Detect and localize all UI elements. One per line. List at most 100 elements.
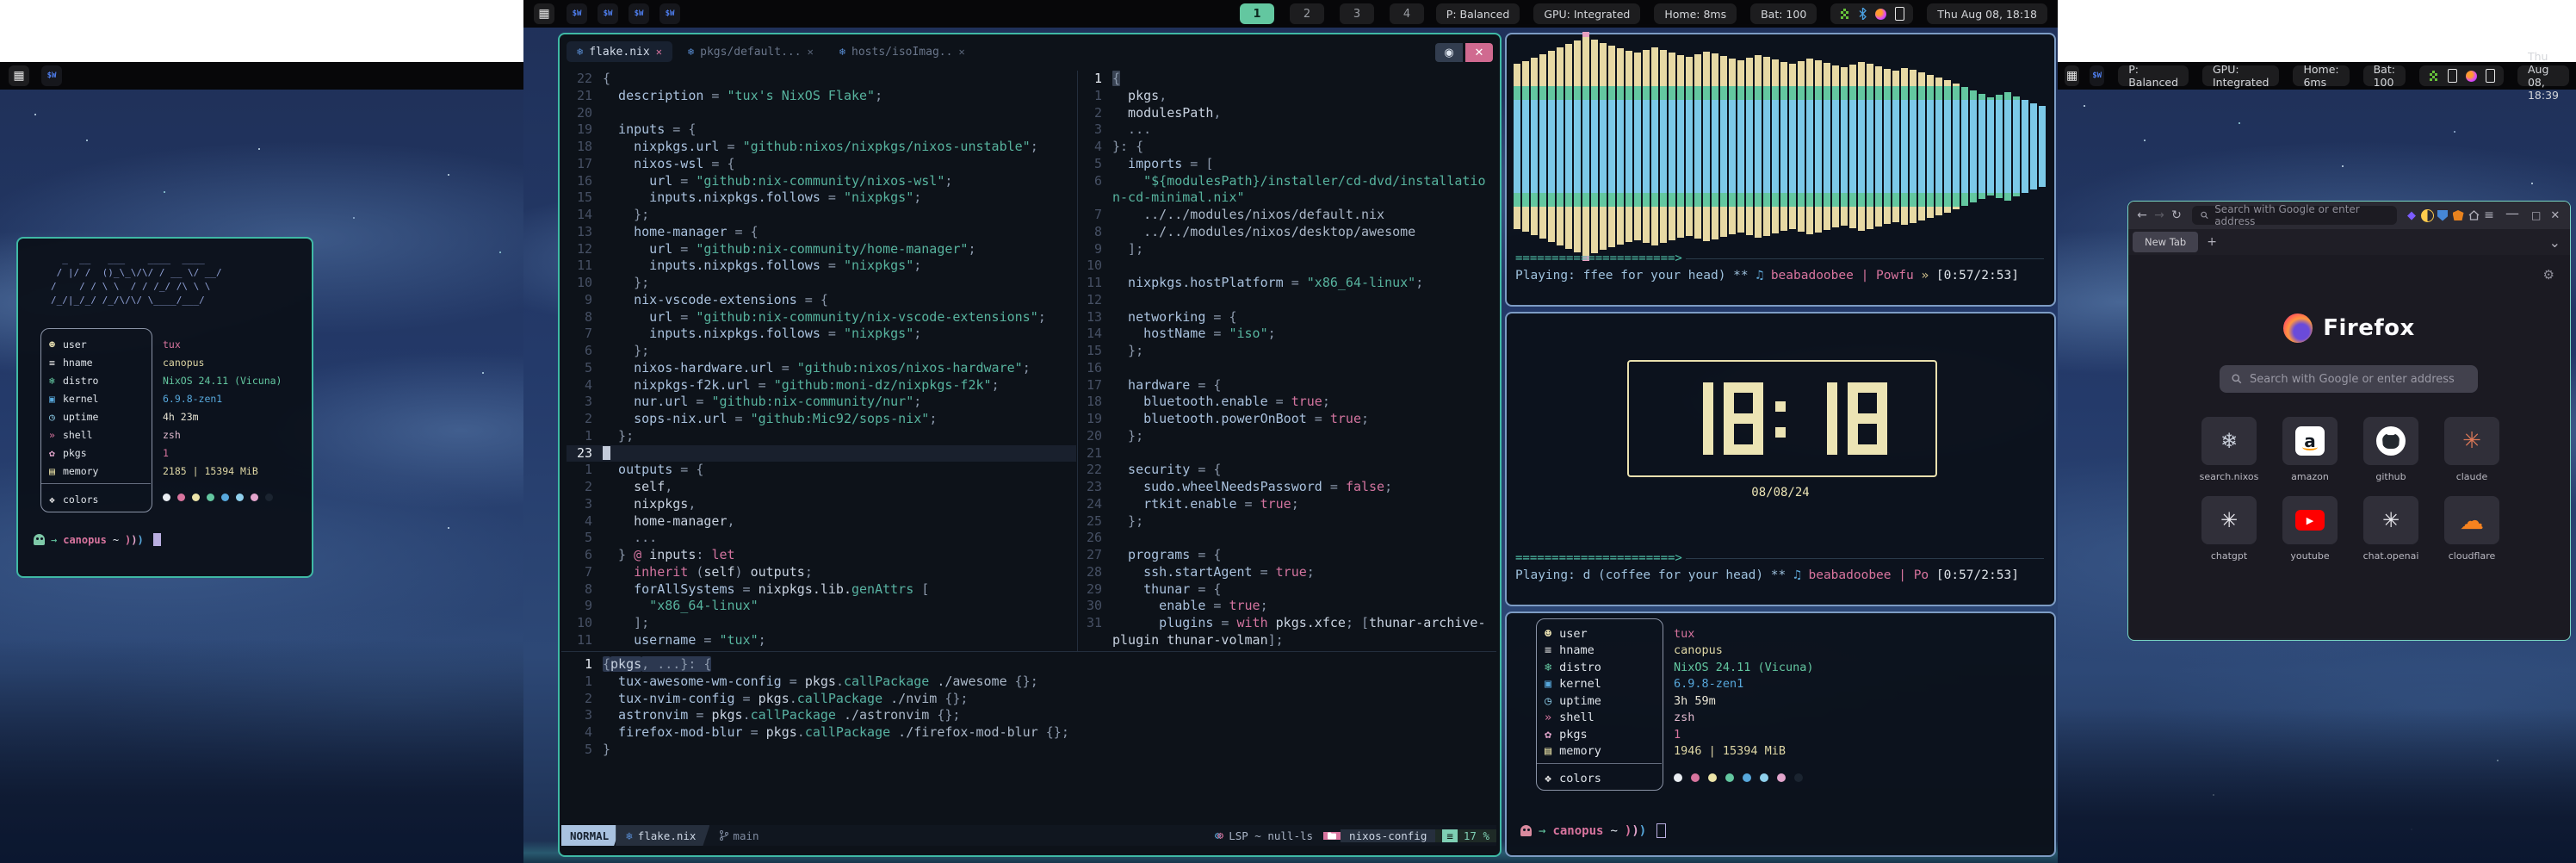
app-launcher-icon[interactable]: ▦ xyxy=(534,3,554,24)
forward-icon[interactable]: → xyxy=(2151,208,2168,222)
code-line[interactable]: 21 xyxy=(1080,445,1498,463)
code-line[interactable]: 1{pkgs, ...}: { xyxy=(567,656,1500,674)
terminal-fastfetch-right[interactable]: ☻usertux≡hnamecanopus❄distroNixOS 24.11 … xyxy=(1505,612,2056,857)
editor-pane-default-nix[interactable]: 1{pkgs, ...}: {1 tux-awesome-wm-config =… xyxy=(567,656,1500,759)
extension-icon-password-shield[interactable] xyxy=(2435,208,2450,223)
shortcut-search-nixos[interactable]: ❄search.nixos xyxy=(2189,417,2269,482)
code-line[interactable]: 1 pkgs, xyxy=(1080,88,1498,105)
tab-new-tab[interactable]: New Tab xyxy=(2133,232,2198,252)
code-line[interactable]: 20 xyxy=(567,105,1076,122)
code-line[interactable]: 25 }; xyxy=(1080,513,1498,531)
code-line[interactable]: 3 astronvim = pkgs.callPackage ./astronv… xyxy=(567,707,1500,724)
pane-horizontal-divider[interactable] xyxy=(561,651,1496,652)
editor-pane-flake[interactable]: 22{21 description = "tux's NixOS Flake";… xyxy=(567,71,1076,649)
shortcut-cloudflare[interactable]: ☁cloudflare xyxy=(2431,496,2512,562)
code-line[interactable]: 3 nur.url = "github:nix-community/nur"; xyxy=(567,394,1076,411)
cava-window[interactable]: ======================> Playing: ffee fo… xyxy=(1505,33,2056,307)
status-pill[interactable]: Bat: 100 xyxy=(1750,3,1817,24)
code-line[interactable]: 9 nix-vscode-extensions = { xyxy=(567,292,1076,309)
app-launcher-icon[interactable]: ▦ xyxy=(9,65,29,86)
code-line[interactable]: 15 inputs.nixpkgs.follows = "nixpkgs"; xyxy=(567,189,1076,207)
personalize-gear-icon[interactable]: ⚙ xyxy=(2543,267,2554,282)
code-line[interactable]: 27 programs = { xyxy=(1080,547,1498,564)
maximize-button[interactable]: □ xyxy=(2531,209,2541,221)
code-line[interactable]: 10 }; xyxy=(567,275,1076,292)
shortcut-github[interactable]: github xyxy=(2350,417,2431,482)
code-line[interactable]: 4 nixpkgs-f2k.url = "github:moni-dz/nixp… xyxy=(567,377,1076,394)
code-line[interactable]: 11 username = "tux"; xyxy=(567,632,1076,649)
close-button[interactable]: ✕ xyxy=(1465,43,1493,62)
url-bar[interactable]: Search with Google or enter address xyxy=(2192,206,2397,225)
tab-close-icon[interactable]: ✕ xyxy=(958,46,964,58)
code-line[interactable]: n-cd-minimal.nix" xyxy=(1080,189,1498,207)
list-tabs-chevron-icon[interactable]: ⌄ xyxy=(2549,234,2561,251)
code-line[interactable]: 1 outputs = { xyxy=(567,462,1076,479)
editor-tab-pkgs-default-[interactable]: ❄pkgs/default...✕ xyxy=(678,41,824,62)
code-line[interactable]: 2 sops-nix.url = "github:Mic92/sops-nix"… xyxy=(567,411,1076,428)
code-line[interactable]: 19 inputs = { xyxy=(567,121,1076,139)
code-line[interactable]: 29 thunar = { xyxy=(1080,581,1498,599)
code-line[interactable]: 11 nixpkgs.hostPlatform = "x86_64-linux"… xyxy=(1080,275,1498,292)
code-line[interactable]: 19 bluetooth.powerOnBoot = true; xyxy=(1080,411,1498,428)
pinned-app-icon[interactable]: $W xyxy=(41,65,62,86)
status-pill[interactable]: GPU: Integrated xyxy=(1533,3,1640,24)
shortcut-youtube[interactable]: ▶youtube xyxy=(2269,496,2350,562)
code-line[interactable]: 22{ xyxy=(567,71,1076,88)
firefox-window[interactable]: ← → ↻ Search with Google or enter addres… xyxy=(2127,201,2571,641)
editor-tab-flake-nix[interactable]: ❄flake.nix✕ xyxy=(567,41,672,62)
menu-icon[interactable]: ≡ xyxy=(2481,208,2497,223)
shortcut-chatgpt[interactable]: ✳chatgpt xyxy=(2189,496,2269,562)
code-line[interactable]: 13 home-manager = { xyxy=(567,224,1076,241)
toggle-view-button[interactable]: ◉ xyxy=(1435,43,1463,62)
phone-tray-icon[interactable] xyxy=(2486,69,2495,83)
code-line[interactable]: 1 tux-awesome-wm-config = pkgs.callPacka… xyxy=(567,674,1500,691)
terminal-fastfetch-left[interactable]: _ __ ___ ____ ____ / |/ / ()_\_\/\/ / __… xyxy=(16,237,313,578)
extension-icon-darkreader[interactable] xyxy=(2419,208,2435,223)
code-line[interactable]: 10 ]; xyxy=(567,615,1076,632)
code-line[interactable]: 24 rtkit.enable = true; xyxy=(1080,496,1498,513)
extension-icon-ublock[interactable]: ◆ xyxy=(2404,208,2419,223)
pinned-app-icon[interactable]: $W xyxy=(629,3,649,24)
battery-tray-icon[interactable] xyxy=(2448,69,2457,83)
code-line[interactable]: 5} xyxy=(567,742,1500,759)
code-line[interactable]: 28 ssh.startAgent = true; xyxy=(1080,564,1498,581)
code-line[interactable]: 14 hostName = "iso"; xyxy=(1080,326,1498,343)
code-line[interactable]: 12 xyxy=(1080,292,1498,309)
code-line[interactable]: 18 bluetooth.enable = true; xyxy=(1080,394,1498,411)
code-line[interactable]: 12 url = "github:nix-community/home-mana… xyxy=(567,241,1076,258)
bluetooth-icon[interactable] xyxy=(1859,8,1867,20)
window-close-button[interactable]: ✕ xyxy=(2550,209,2560,222)
code-line[interactable]: 9 ]; xyxy=(1080,241,1498,258)
code-line[interactable]: 23 sudo.wheelNeedsPassword = false; xyxy=(1080,479,1498,496)
code-line[interactable]: 22 security = { xyxy=(1080,462,1498,479)
code-line[interactable]: 30 enable = true; xyxy=(1080,598,1498,615)
code-line[interactable]: 14 }; xyxy=(567,207,1076,224)
code-line[interactable]: 5 imports = [ xyxy=(1080,156,1498,173)
status-pill[interactable]: GPU: Integrated xyxy=(2202,65,2279,86)
code-line[interactable]: 18 nixpkgs.url = "github:nixos/nixpkgs/n… xyxy=(567,139,1076,156)
code-line[interactable]: 2 tux-nvim-config = pkgs.callPackage ./n… xyxy=(567,691,1500,708)
minimize-button[interactable]: — xyxy=(2505,205,2519,221)
editor-tab-hosts-isoImag-[interactable]: ❄hosts/isoImag..✕ xyxy=(829,41,975,62)
tray-network-icon[interactable] xyxy=(1839,9,1850,20)
workspace-tag-2[interactable]: 2 xyxy=(1290,3,1324,24)
code-line[interactable]: 10 xyxy=(1080,258,1498,275)
workspace-tag-3[interactable]: 3 xyxy=(1340,3,1374,24)
code-line[interactable]: 6 }; xyxy=(567,343,1076,360)
extension-icon-metamask[interactable] xyxy=(2450,208,2466,223)
code-line[interactable]: 17 hardware = { xyxy=(1080,377,1498,394)
newtab-search-input[interactable]: Search with Google or enter address xyxy=(2220,365,2478,393)
code-line[interactable]: 8 forAllSystems = nixpkgs.lib.genAttrs [ xyxy=(567,581,1076,599)
code-line[interactable]: 7 ../../modules/nixos/default.nix xyxy=(1080,207,1498,224)
code-line[interactable]: 7 inherit (self) outputs; xyxy=(567,564,1076,581)
workspace-tag-4[interactable]: 4 xyxy=(1390,3,1424,24)
tab-close-icon[interactable]: ✕ xyxy=(656,46,662,58)
phone-tray-icon[interactable] xyxy=(1895,7,1904,21)
clock-window[interactable]: 08/08/24 ======================> Playing… xyxy=(1505,312,2056,606)
code-line[interactable]: 5 nixos-hardware.url = "github:nixos/nix… xyxy=(567,360,1076,377)
editor-window[interactable]: ❄flake.nix✕ ❄pkgs/default...✕❄hosts/isoIm… xyxy=(558,33,1502,857)
tray-network-icon[interactable] xyxy=(2428,71,2439,82)
code-line[interactable]: 5 ... xyxy=(567,530,1076,547)
status-pill[interactable]: P: Balanced xyxy=(1436,3,1520,24)
code-line[interactable]: 21 description = "tux's NixOS Flake"; xyxy=(567,88,1076,105)
